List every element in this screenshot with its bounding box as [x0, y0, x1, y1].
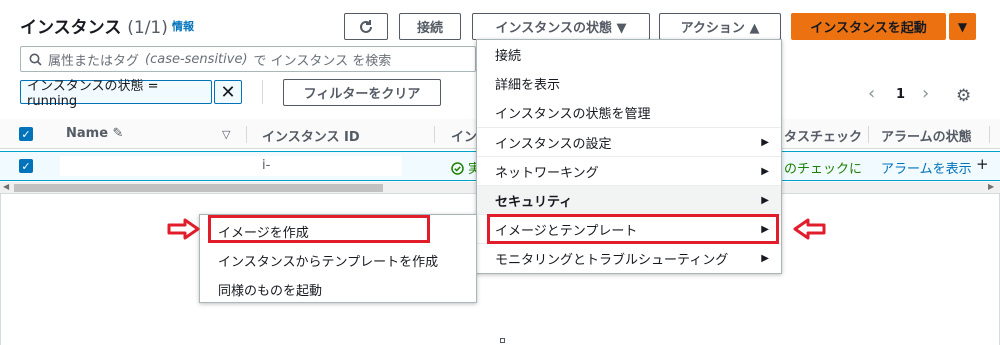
submenu-item-launch-more-like-this[interactable]: 同様のものを起動 [200, 275, 476, 304]
column-instance-state[interactable]: イン [451, 126, 477, 145]
instance-state-button[interactable]: インスタンスの状態 ▼ [472, 13, 650, 40]
scrollbar-thumb[interactable] [14, 184, 383, 192]
add-alarm-button[interactable]: + [976, 155, 989, 173]
submenu-arrow-icon: ▶ [761, 136, 769, 148]
submenu-arrow-icon: ▶ [761, 252, 769, 264]
instance-id[interactable]: i- [262, 158, 270, 173]
menu-item-label: インスタンスの設定 [495, 136, 612, 152]
clear-filters-button[interactable]: フィルターをクリア [283, 79, 441, 106]
search-placeholder-italic: (case-sensitive) [145, 51, 248, 67]
menu-item-view-details[interactable]: 詳細を表示 [477, 69, 781, 98]
search-placeholder-prefix: 属性またはタグ [48, 53, 140, 69]
refresh-button[interactable] [344, 13, 388, 40]
actions-button[interactable]: アクション ▲ [659, 13, 781, 40]
submenu-item-label: 同様のものを起動 [218, 284, 323, 299]
submenu-arrow-icon: ▶ [761, 194, 769, 206]
divider [262, 80, 263, 104]
column-filter-icon[interactable]: ▽ [222, 128, 230, 141]
highlight-box-image-templates [487, 214, 779, 244]
annotation-arrow-left-icon [793, 218, 826, 240]
row-checkbox[interactable]: ✓ [19, 159, 33, 173]
menu-item-security[interactable]: セキュリティ ▶ [477, 185, 781, 214]
menu-item-label: 接続 [495, 49, 522, 64]
menu-item-label: ネットワーキング [495, 165, 599, 181]
column-separator [246, 126, 247, 143]
prev-page-button[interactable]: ‹ [868, 83, 875, 104]
menu-item-networking[interactable]: ネットワーキング ▶ [477, 156, 781, 185]
search-placeholder-suffix: で インスタンス を検索 [253, 53, 392, 69]
column-instance-id[interactable]: インスタンス ID [262, 126, 360, 145]
scroll-right-arrow[interactable]: ▶ [988, 182, 994, 191]
menu-item-instance-settings[interactable]: インスタンスの設定 ▶ [477, 127, 781, 156]
remove-filter-button[interactable]: ✕ [214, 80, 242, 104]
submenu-item-create-template[interactable]: インスタンスからテンプレートを作成 [200, 246, 476, 275]
launch-dropdown-button[interactable]: ▼ [949, 13, 976, 40]
status-check: のチェックに [784, 162, 863, 177]
menu-item-connect[interactable]: 接続 [477, 40, 781, 69]
resize-handle[interactable] [500, 338, 505, 343]
refresh-icon [360, 19, 372, 33]
next-page-button[interactable]: › [922, 83, 929, 104]
column-separator [989, 126, 990, 143]
column-name[interactable]: Name ✎ [66, 126, 123, 141]
menu-item-monitoring[interactable]: モニタリングとトラブルシューティング ▶ [477, 243, 781, 272]
annotation-arrow-right-icon [167, 218, 200, 240]
menu-item-label: セキュリティ [495, 194, 573, 210]
redacted-id [232, 156, 402, 176]
search-icon [29, 53, 42, 66]
info-link[interactable]: 情報 [172, 18, 194, 34]
page-number[interactable]: 1 [896, 87, 905, 102]
column-separator [434, 126, 435, 143]
menu-item-label: 詳細を表示 [495, 78, 561, 93]
column-alarm-status[interactable]: アラームの状態 [881, 126, 972, 145]
menu-item-label: インスタンスの状態を管理 [495, 107, 651, 122]
filter-token[interactable]: インスタンスの状態 = running [20, 79, 212, 109]
search-input[interactable]: 属性またはタグ (case-sensitive) で インスタンス を検索 [20, 46, 476, 72]
column-separator [868, 126, 869, 143]
submenu-item-label: インスタンスからテンプレートを作成 [218, 255, 439, 270]
select-all-checkbox[interactable]: ✓ [19, 127, 33, 141]
column-status-check[interactable]: タスチェック [784, 126, 862, 145]
launch-instances-button[interactable]: インスタンスを起動 [791, 13, 946, 40]
menu-item-label: モニタリングとトラブルシューティング [495, 252, 729, 268]
page-title: インスタンス (1/1) [20, 18, 168, 38]
view-alarms-link[interactable]: アラームを表示 [881, 158, 972, 177]
submenu-arrow-icon: ▶ [761, 165, 769, 177]
settings-gear-icon[interactable]: ⚙ [956, 86, 971, 106]
highlight-box-create-image [208, 215, 430, 243]
scroll-left-arrow[interactable]: ◀ [3, 182, 9, 191]
redacted-name [60, 156, 232, 176]
instance-count: (1/1) [127, 18, 168, 38]
check-circle-icon [451, 162, 464, 175]
connect-button[interactable]: 接続 [399, 13, 461, 40]
menu-item-manage-state[interactable]: インスタンスの状態を管理 [477, 98, 781, 127]
